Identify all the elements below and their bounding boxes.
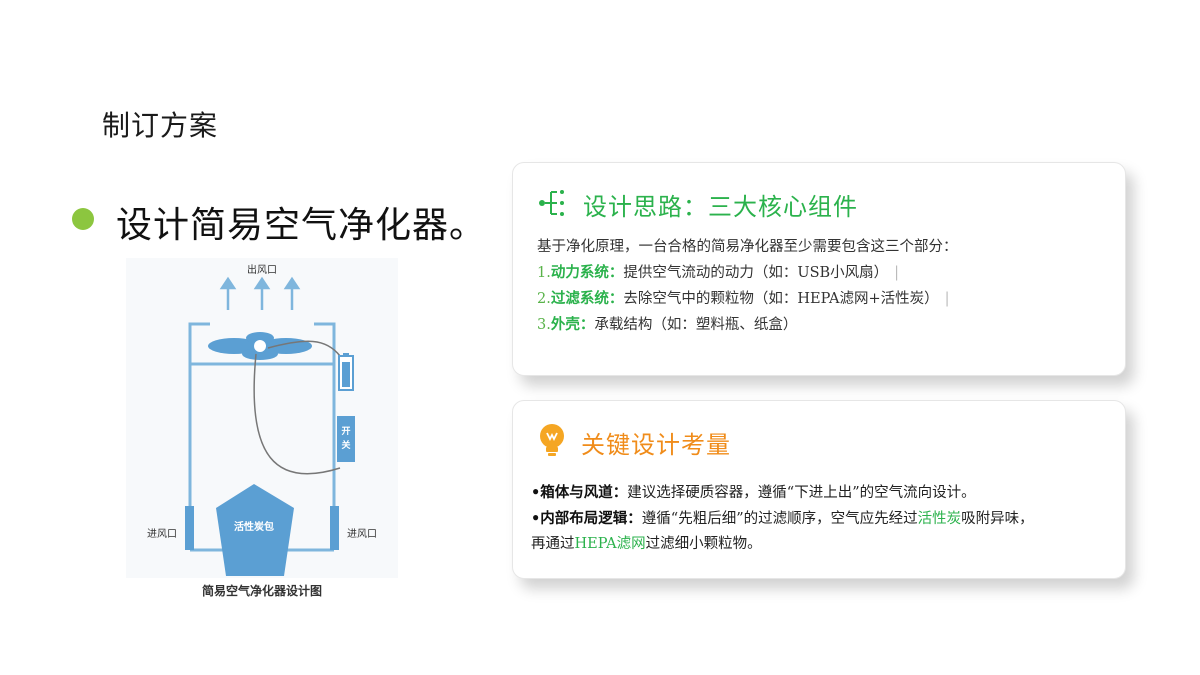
switch-label: 关: [341, 439, 350, 451]
card-intro: 基于净化原理，一台合格的简易净化器至少需要包含这三个部分：: [537, 239, 958, 255]
purifier-diagram: 出风口 开 关 进风口 进风口 活性炭包: [126, 258, 398, 578]
list-item: 2.过滤系统：去除空气中的颗粒物（如：HEPA滤网+活性炭） |: [537, 290, 950, 307]
card-body: •箱体与风道：建议选择硬质容器，遵循“下进上出”的空气流向设计。 •内部布局逻辑…: [531, 480, 1116, 557]
card-title: 关键设计考量: [581, 431, 731, 459]
carbon-label: 活性炭包: [234, 520, 274, 533]
card-key-considerations: 关键设计考量 •箱体与风道：建议选择硬质容器，遵循“下进上出”的空气流向设计。 …: [512, 400, 1126, 579]
inlet-right-label: 进风口: [347, 528, 377, 540]
bullet-dot: [72, 208, 94, 230]
card-body: 基于净化原理，一台合格的简易净化器至少需要包含这三个部分： 1.动力系统：提供空…: [537, 235, 958, 338]
lightbulb-icon: [540, 424, 564, 456]
card-design-idea: 设计思路：三大核心组件 基于净化原理，一台合格的简易净化器至少需要包含这三个部分…: [512, 162, 1126, 376]
switch: [337, 416, 355, 462]
filter-right: [330, 506, 339, 550]
paragraph: 再通过HEPA滤网过滤细小颗粒物。: [531, 536, 762, 552]
tree-structure-icon: [539, 190, 564, 216]
paragraph: •内部布局逻辑：遵循“先粗后细”的过滤顺序，空气应先经过活性炭吸附异味，: [531, 510, 1034, 527]
headline: 设计简易空气净化器。: [116, 205, 487, 246]
card-title: 设计思路：三大核心组件: [583, 193, 858, 221]
inlet-left-label: 进风口: [147, 528, 177, 540]
list-item: 3.外壳：承载结构（如：塑料瓶、纸盒）: [537, 316, 798, 333]
list-item: 1.动力系统：提供空气流动的动力（如：USB小风扇） |: [537, 264, 900, 281]
section-title: 制订方案: [102, 109, 219, 142]
diagram-top-label: 出风口: [247, 263, 277, 276]
switch-label: 开: [341, 426, 350, 437]
battery-icon: [338, 353, 354, 391]
diagram-caption: 简易空气净化器设计图: [201, 584, 322, 598]
filter-left: [185, 506, 194, 550]
paragraph: •箱体与风道：建议选择硬质容器，遵循“下进上出”的空气流向设计。: [531, 484, 976, 501]
